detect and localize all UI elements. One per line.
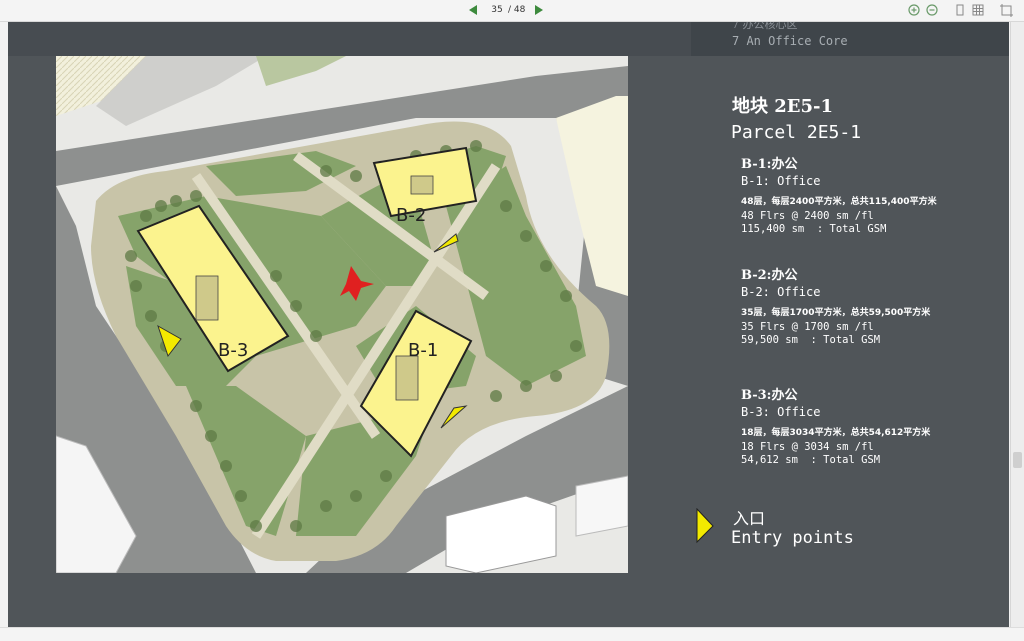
minus-circle-icon: [926, 4, 938, 16]
zoom-out-button[interactable]: [925, 4, 939, 18]
b3-title-en: B-3: Office: [741, 405, 821, 419]
single-page-icon: [956, 4, 964, 16]
viewer-toolbar: 35 / 48: [0, 0, 1024, 22]
scrollbar-thumb[interactable]: [1013, 452, 1022, 468]
b3-title-cn: B-3:办公: [741, 388, 798, 403]
triangle-right-icon: [535, 5, 543, 15]
svg-text:B-1: B-1: [408, 340, 438, 361]
entry-point-legend-icon: [696, 508, 714, 544]
svg-text:B-2: B-2: [396, 205, 426, 226]
page-number-input[interactable]: 35: [488, 5, 506, 15]
b1-total: 115,400 sm : Total GSM: [741, 223, 887, 235]
section-title-cn: 7 办公核心区: [732, 22, 798, 31]
b3-floors: 18 Flrs @ 3034 sm /fl: [741, 441, 874, 453]
zoom-in-button[interactable]: [907, 4, 921, 18]
single-page-button[interactable]: [953, 4, 967, 18]
grid-view-button[interactable]: [971, 4, 985, 18]
section-title-en: 7 An Office Core: [732, 34, 848, 48]
fit-page-icon: [999, 4, 1013, 17]
b3-total: 54,612 sm : Total GSM: [741, 454, 881, 466]
slide-page: 7 办公核心区 7 An Office Core B-2 B-3 B-1 地块 …: [8, 22, 1009, 627]
block-b1-info: B-1:办公 B-1: Office 48层，每层2400平方米，总共115,4…: [741, 153, 937, 235]
b1-title-en: B-1: Office: [741, 174, 821, 188]
b3-desc-cn: 18层，每层3034平方米，总共54,612平方米: [741, 428, 931, 438]
vertical-scrollbar[interactable]: [1010, 22, 1024, 627]
plus-circle-icon: [908, 4, 920, 16]
page-total-label: / 48: [508, 5, 526, 15]
b1-floors: 48 Flrs @ 2400 sm /fl: [741, 210, 874, 222]
status-bar: [0, 627, 1024, 641]
prev-page-button[interactable]: [466, 4, 480, 18]
b1-title-cn: B-1:办公: [741, 157, 798, 172]
b2-title-en: B-2: Office: [741, 285, 821, 299]
grid-view-icon: [972, 4, 984, 16]
next-page-button[interactable]: [532, 4, 546, 18]
b2-title-cn: B-2:办公: [741, 268, 798, 283]
legend-label-cn: 入口: [733, 509, 766, 528]
block-b2-info: B-2:办公 B-2: Office 35层，每层1700平方米，总共59,50…: [741, 264, 930, 346]
b2-desc-cn: 35层，每层1700平方米，总共59,500平方米: [741, 308, 931, 318]
b2-total: 59,500 sm : Total GSM: [741, 334, 881, 346]
site-plan-map: B-2 B-3 B-1: [56, 56, 628, 573]
b2-floors: 35 Flrs @ 1700 sm /fl: [741, 321, 874, 333]
fit-page-button[interactable]: [999, 4, 1013, 18]
parcel-title-cn: 地块 2E5-1: [732, 96, 834, 117]
svg-text:B-3: B-3: [218, 340, 248, 361]
triangle-left-icon: [469, 5, 477, 15]
parcel-title-en: Parcel 2E5-1: [731, 122, 862, 143]
block-b3-info: B-3:办公 B-3: Office 18层，每层3034平方米，总共54,61…: [741, 384, 930, 466]
legend-label-en: Entry points: [731, 528, 854, 548]
b1-desc-cn: 48层，每层2400平方米，总共115,400平方米: [741, 197, 937, 207]
